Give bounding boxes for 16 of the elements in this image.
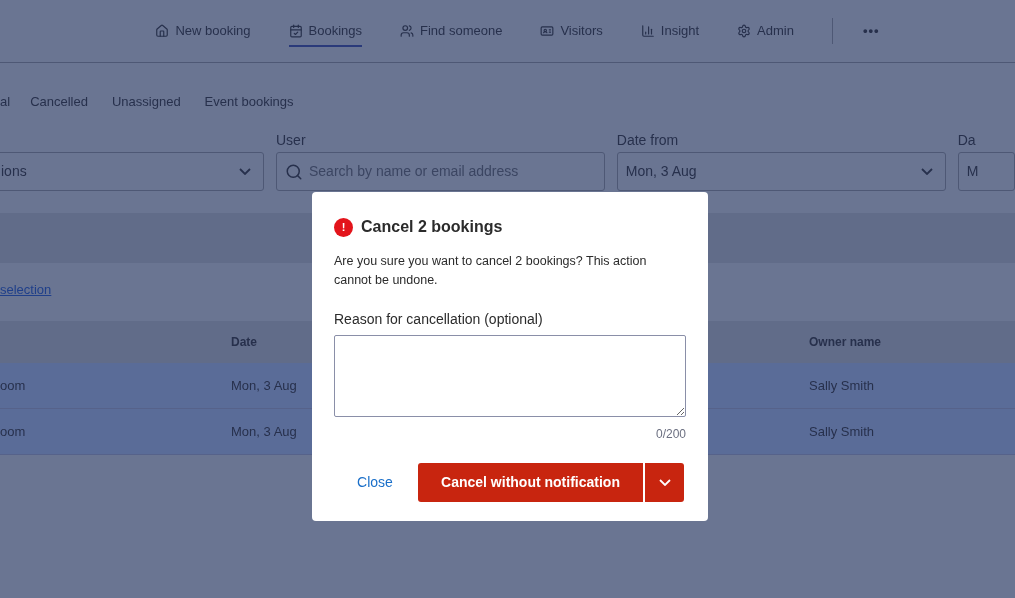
table-cell: oom <box>0 377 26 393</box>
field-label: User <box>276 132 306 148</box>
field-label: Date from <box>616 132 679 148</box>
table-cell: Mon, 3 Aug <box>231 377 297 393</box>
field-label: Da <box>957 132 976 148</box>
table-cell: oom <box>0 423 26 439</box>
field-label: Reason for cancellation (optional) <box>334 310 544 329</box>
alert-icon: ! <box>334 217 353 237</box>
column-header: Owner name <box>809 335 882 349</box>
table-cell: Sally Smith <box>809 423 875 439</box>
dialog-message: Are you sure you want to cancel 2 bookings? This action cannot be undone. <box>334 253 648 289</box>
dialog-title: Cancel 2 bookings <box>361 217 503 237</box>
character-counter: 0/200 <box>655 427 686 441</box>
table-cell: Mon, 3 Aug <box>231 423 297 439</box>
column-header: Date <box>231 335 257 349</box>
table-cell: Sally Smith <box>809 377 875 393</box>
